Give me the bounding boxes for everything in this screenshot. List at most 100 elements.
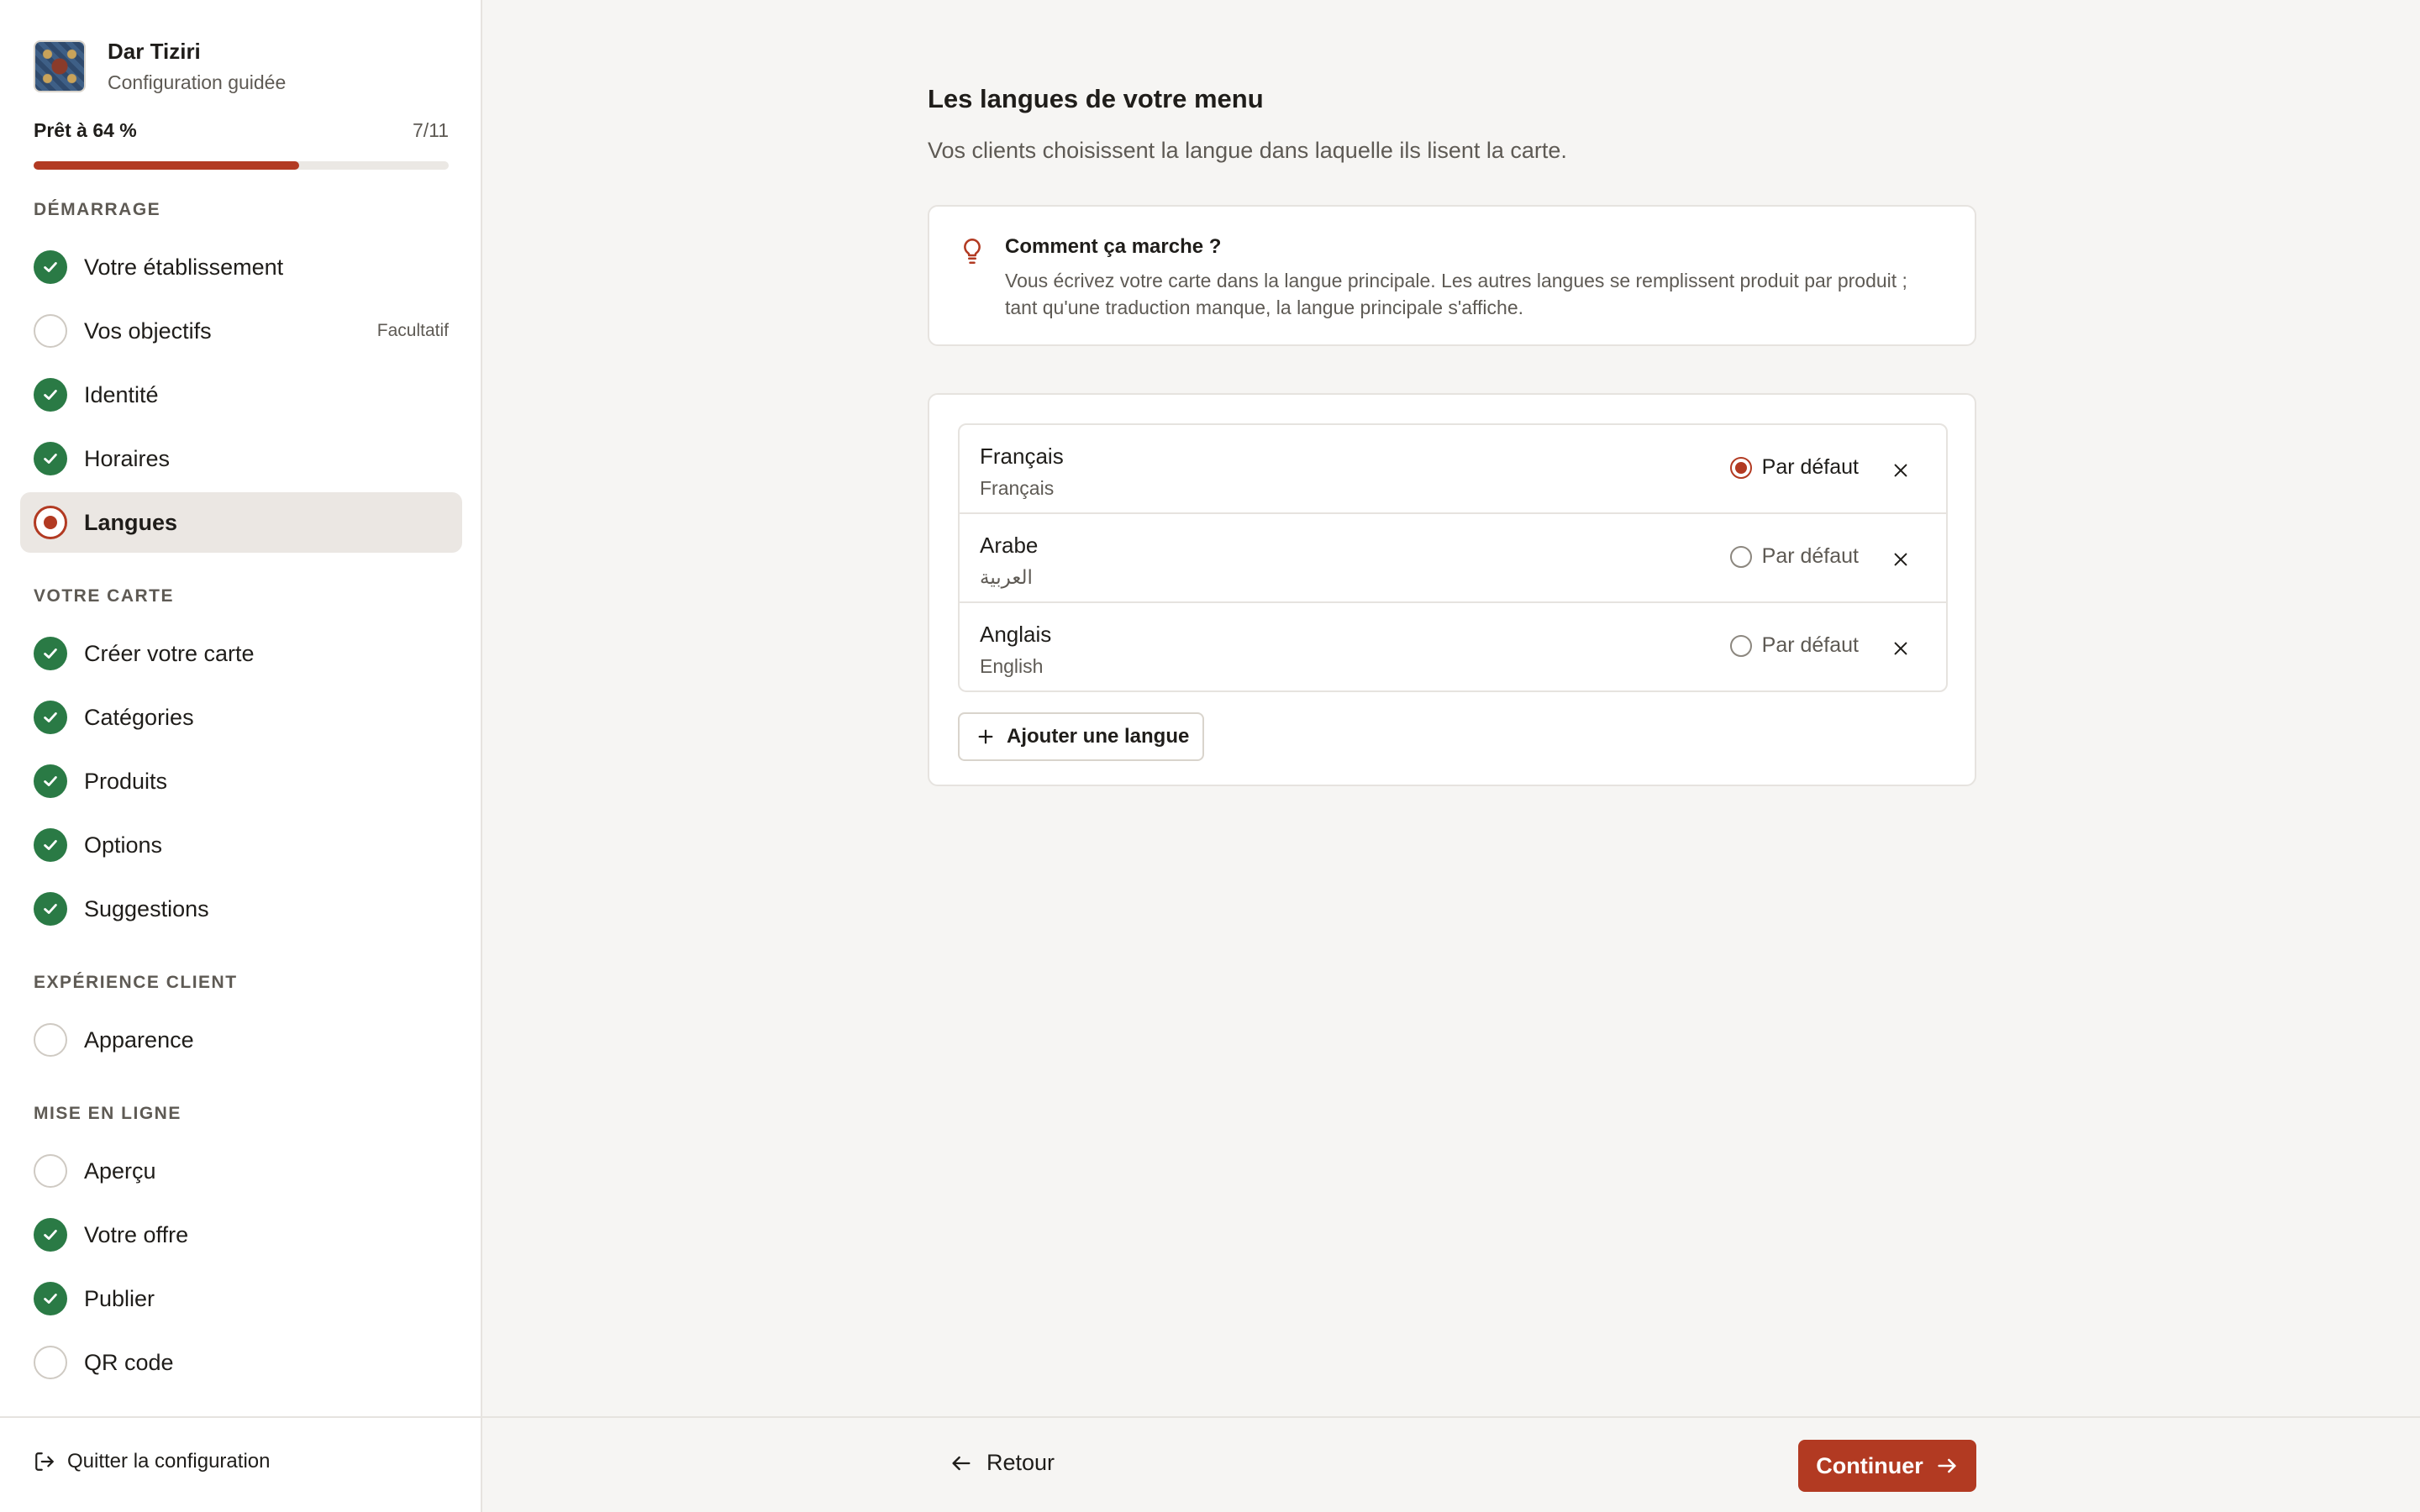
sidebar-item-votre-etablissement[interactable]: Votre établissement [20,237,462,297]
restaurant-logo [34,40,86,92]
check-circle-icon [34,764,67,798]
language-native-name: English [980,655,1044,677]
info-text: Vous écrivez votre carte dans la langue … [1005,270,1907,318]
sidebar-item-label: Options [84,832,163,858]
sidebar-item-publier[interactable]: Publier [20,1268,462,1329]
radio-checked-icon [1729,456,1752,479]
sidebar-item-horaires[interactable]: Horaires [20,428,462,489]
plus-icon [978,729,993,744]
sidebar-item-label: Créer votre carte [84,640,255,666]
empty-circle-icon [34,1154,67,1188]
check-circle-icon [34,442,67,475]
sidebar-footer: Quitter la configuration [0,1416,481,1512]
sidebar-item-apercu[interactable]: Aperçu [20,1141,462,1201]
empty-circle-icon [34,314,67,348]
page-subtitle: Vos clients choisissent la langue dans l… [928,138,1567,163]
optional-badge: Facultatif [376,321,449,340]
radio-unchecked-icon [1729,545,1752,568]
brand-subtitle: Configuration guidée [108,71,287,93]
sidebar-item-apparence[interactable]: Apparence [20,1010,462,1070]
sidebar-item-label: Aperçu [84,1158,156,1184]
language-row: Français Français Par défaut [960,425,1946,514]
page-title: Les langues de votre menu [928,84,1264,113]
sidebar-item-suggestions[interactable]: Suggestions [20,879,462,939]
empty-circle-icon [34,1346,67,1379]
language-row: Arabe العربية Par défaut [960,514,1946,603]
sidebar-item-produits[interactable]: Produits [20,751,462,811]
sidebar-item-qr-code[interactable]: QR code [20,1332,462,1393]
add-language-label: Ajouter une langue [1007,725,1190,748]
sidebar-item-categories[interactable]: Catégories [20,687,462,748]
arrow-right-icon [1938,1458,1956,1473]
empty-circle-icon [34,1023,67,1057]
sidebar-item-label: Catégories [84,704,194,730]
arrow-left-icon [952,1456,971,1470]
language-native-name: Français [980,477,1055,499]
sidebar-item-label: Produits [84,768,168,794]
close-icon[interactable] [1889,637,1912,660]
language-row: Anglais English Par défaut [960,603,1946,690]
sidebar-item-langues[interactable]: Langues [20,492,462,553]
sidebar-item-vos-objectifs[interactable]: Vos objectifs Facultatif [20,301,462,361]
default-language-radio[interactable]: Par défaut [1729,455,1859,480]
back-label: Retour [986,1450,1055,1475]
sidebar-item-label: Apparence [84,1026,194,1053]
default-language-radio[interactable]: Par défaut [1729,633,1859,658]
close-icon[interactable] [1889,548,1912,571]
info-card: Comment ça marche ? Vous écrivez votre c… [928,205,1976,346]
languages-list: Français Français Par défaut Arabe العربية Pa… [958,423,1948,692]
sidebar-item-label: Vos objectifs [84,318,212,344]
check-circle-icon [34,250,67,284]
sidebar-item-label: Horaires [84,445,171,471]
section-title-experience-client: Expérience client [34,973,238,992]
progress-count: 7/11 [412,119,449,141]
sidebar-item-label: Langues [84,509,178,535]
default-language-radio[interactable]: Par défaut [1729,544,1859,569]
check-circle-icon [34,378,67,412]
sidebar-item-label: Publier [84,1285,155,1311]
continue-label: Continuer [1816,1452,1923,1478]
language-name: Arabe [980,533,1039,558]
check-circle-icon [34,828,67,862]
check-circle-icon [34,1218,67,1252]
language-name: Français [980,444,1064,469]
sidebar-item-label: Votre établissement [84,254,284,280]
progress-row: Prêt à 64 % 7/11 [34,119,449,142]
default-label: Par défaut [1761,455,1859,479]
back-button[interactable]: Retour [950,1450,1055,1476]
sidebar-item-creer-votre-carte[interactable]: Créer votre carte [20,623,462,684]
continue-button[interactable]: Continuer [1798,1440,1976,1492]
section-title-demarrage: Démarrage [34,200,161,219]
sidebar-item-identite[interactable]: Identité [20,365,462,425]
sidebar-item-label: Suggestions [84,895,209,921]
progress-fill [34,161,300,170]
radio-unchecked-icon [1729,634,1752,657]
default-label: Par défaut [1761,633,1859,657]
quit-label: Quitter la configuration [67,1450,271,1473]
check-circle-icon [34,701,67,734]
bottom-bar: Retour Continuer [482,1416,2420,1512]
brand-name: Dar Tiziri [108,39,201,64]
sidebar-item-label: QR code [84,1349,174,1375]
check-circle-icon [34,892,67,926]
section-title-mise-en-ligne: Mise en ligne [34,1104,182,1123]
info-title: Comment ça marche ? [1005,235,1222,258]
sidebar-item-options[interactable]: Options [20,815,462,875]
sidebar-item-votre-offre[interactable]: Votre offre [20,1205,462,1265]
sidebar-item-label: Votre offre [84,1221,189,1247]
current-step-icon [34,506,67,539]
lightbulb-icon [964,239,981,264]
language-name: Anglais [980,622,1052,647]
sidebar-item-label: Identité [84,381,159,407]
brand: Dar Tiziri Configuration guidée [34,37,286,96]
quit-configuration-button[interactable]: Quitter la configuration [34,1450,270,1473]
section-title-votre-carte: Votre carte [34,586,175,606]
close-icon[interactable] [1889,459,1912,482]
progress-label: Prêt à 64 % [34,119,137,141]
exit-icon [35,1452,54,1471]
check-circle-icon [34,637,67,670]
add-language-button[interactable]: Ajouter une langue [958,712,1205,761]
sidebar: Dar Tiziri Configuration guidée Prêt à 6… [0,0,482,1512]
check-circle-icon [34,1282,67,1315]
languages-card: Français Français Par défaut Arabe العربية Pa… [928,393,1976,786]
